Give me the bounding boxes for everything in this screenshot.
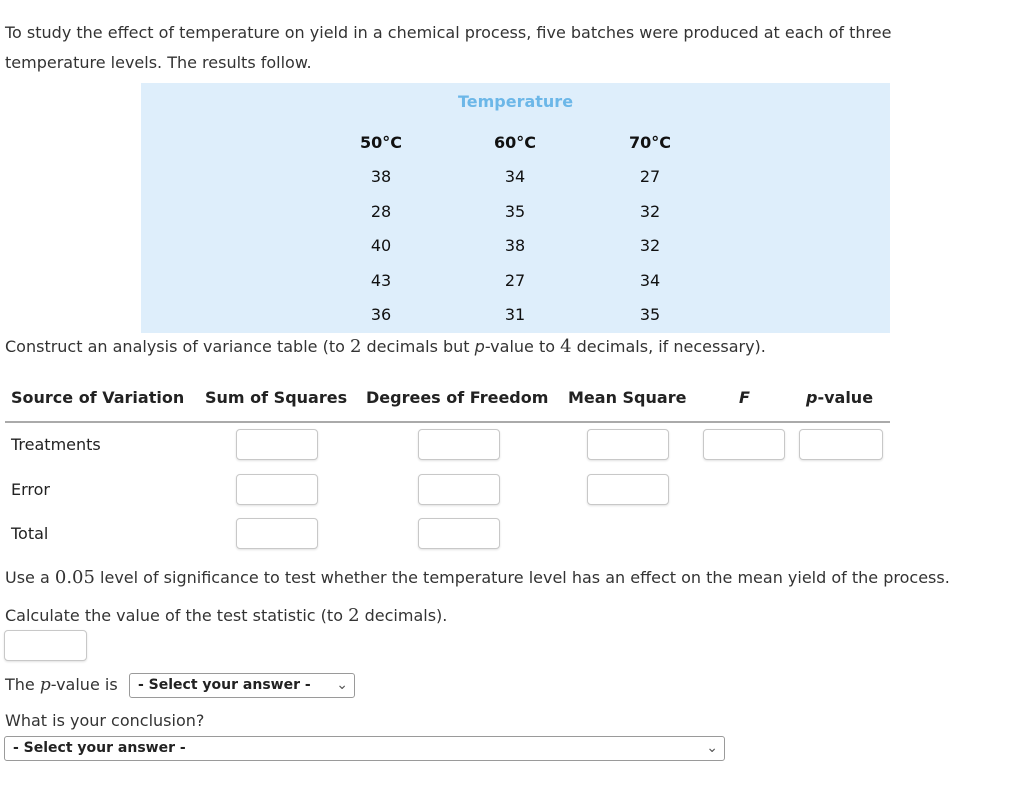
column-header: 50°C (359, 133, 402, 152)
row-label-error: Error (11, 480, 50, 499)
total-df-input[interactable] (418, 518, 500, 549)
total-ss-input[interactable] (236, 518, 318, 549)
treatments-df-input[interactable] (418, 429, 500, 460)
intro-line-1: To study the effect of temperature on yi… (5, 23, 892, 42)
data-cell: 38 (504, 236, 526, 255)
data-cell: 31 (504, 305, 526, 324)
significance-instruction: Use a 0.05 level of significance to test… (5, 567, 950, 588)
data-cell: 38 (370, 167, 392, 186)
p-value-text: The (5, 675, 40, 694)
data-cell: 34 (639, 270, 661, 290)
p-value-select[interactable]: - Select your answer - ⌄ (129, 673, 355, 698)
conclusion-selected: - Select your answer - (13, 740, 186, 756)
p-italic: p (39, 675, 51, 695)
header-mean-square: Mean Square (568, 388, 687, 407)
conclusion-question: What is your conclusion? (5, 711, 205, 730)
error-ms-input[interactable] (587, 474, 669, 505)
header-source: Source of Variation (11, 388, 185, 407)
chevron-down-icon: ⌄ (336, 677, 348, 693)
alpha-value: 0.05 (54, 567, 95, 588)
p-value-label: -value (817, 388, 874, 407)
significance-text: level of significance to test whether th… (94, 568, 950, 587)
treatments-ms-input[interactable] (587, 429, 669, 460)
intro-text: To study the effect of temperature on yi… (5, 18, 1005, 78)
data-cell: 35 (504, 201, 526, 221)
column-header: 70°C (628, 133, 671, 152)
treatments-p-value-input[interactable] (799, 429, 883, 460)
header-p-value: p-value (806, 388, 873, 407)
data-cell: 32 (639, 236, 661, 255)
treatments-ss-input[interactable] (236, 429, 318, 460)
column-header: 60°C (493, 133, 536, 152)
construct-text: decimals, if necessary). (571, 337, 766, 356)
chevron-down-icon: ⌄ (706, 740, 718, 756)
data-cell: 43 (370, 270, 392, 290)
data-cell: 40 (370, 236, 392, 255)
p-italic: p (806, 388, 818, 407)
header-sum-of-squares: Sum of Squares (205, 388, 348, 407)
test-statistic-input[interactable] (4, 630, 87, 661)
column-60c: 60°C 34 35 38 27 31 (475, 126, 555, 333)
header-f: F (739, 388, 750, 407)
data-cell: 35 (639, 305, 661, 324)
data-cell: 36 (370, 305, 392, 324)
data-cell: 34 (504, 167, 526, 186)
construct-text: decimals but (361, 337, 475, 356)
error-ss-input[interactable] (236, 474, 318, 505)
data-cell: 32 (639, 201, 661, 221)
header-degrees-of-freedom: Degrees of Freedom (366, 388, 549, 407)
temperature-data-table: Temperature 50°C 38 28 40 43 36 60°C 34 … (141, 83, 890, 333)
construct-text: -value to (484, 337, 561, 356)
table-title: Temperature (457, 92, 574, 111)
p-decimals-number: 4 (560, 336, 572, 357)
row-label-treatments: Treatments (11, 435, 101, 454)
column-70c: 70°C 27 32 32 34 35 (610, 126, 690, 333)
construct-instruction: Construct an analysis of variance table … (5, 336, 766, 357)
significance-text: Use a (5, 568, 55, 587)
decimals-number: 2 (348, 605, 360, 626)
treatments-f-input[interactable] (703, 429, 785, 460)
test-stat-text: Calculate the value of the test statisti… (5, 606, 349, 625)
conclusion-select[interactable]: - Select your answer - ⌄ (4, 736, 725, 761)
row-label-total: Total (11, 524, 49, 543)
intro-line-2: temperature levels. The results follow. (5, 53, 312, 72)
error-df-input[interactable] (418, 474, 500, 505)
p-value-question: The p-value is (5, 675, 118, 695)
header-divider (5, 421, 890, 423)
p-value-text: -value is (50, 675, 118, 694)
column-50c: 50°C 38 28 40 43 36 (341, 126, 421, 333)
construct-text: Construct an analysis of variance table … (5, 337, 350, 356)
p-value-selected: - Select your answer - (138, 677, 311, 693)
p-italic: p (474, 337, 485, 356)
decimals-number: 2 (349, 336, 362, 357)
data-cell: 28 (370, 201, 392, 221)
test-statistic-instruction: Calculate the value of the test statisti… (5, 605, 447, 626)
data-cell: 27 (639, 167, 661, 186)
test-stat-text: decimals). (359, 606, 448, 625)
data-cell: 27 (504, 270, 526, 290)
